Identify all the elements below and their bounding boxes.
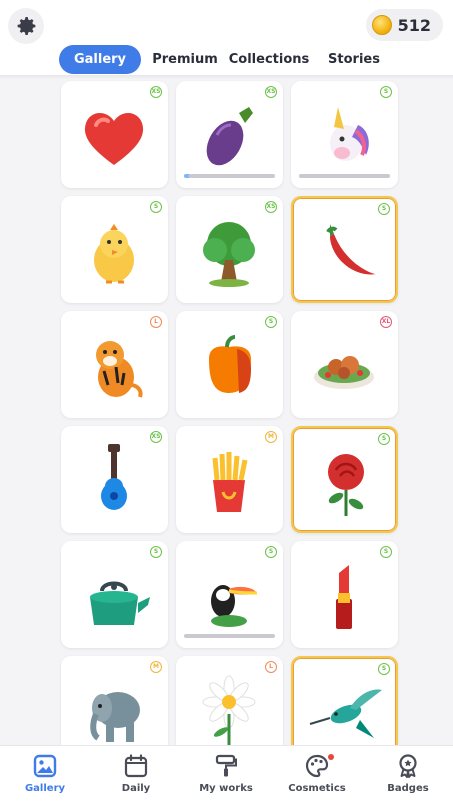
nav-daily[interactable]: Daily	[91, 746, 181, 812]
chick-picture	[94, 224, 134, 284]
tab-gallery[interactable]: Gallery	[59, 45, 141, 74]
gallery-card-toucan[interactable]: S	[176, 541, 283, 648]
nav-gallery[interactable]: Gallery	[0, 746, 90, 812]
tab-stories[interactable]: Stories	[322, 45, 386, 74]
size-badge: XS	[265, 201, 277, 213]
nav-my-works[interactable]: My works	[181, 746, 271, 812]
size-badge: XS	[150, 86, 162, 98]
coin-icon	[371, 15, 392, 35]
kettle-picture	[90, 581, 150, 625]
progress-bar	[184, 174, 275, 178]
chili-pepper-picture	[326, 224, 376, 275]
size-badge: S	[378, 663, 390, 675]
salad-plate-picture	[314, 356, 374, 389]
gallery-card-kettle[interactable]: S	[61, 541, 168, 648]
gallery-card-bell-pepper[interactable]: S	[176, 311, 283, 418]
tiger-picture	[96, 341, 143, 398]
tree-picture	[203, 222, 255, 287]
size-badge: XS	[150, 431, 162, 443]
nav-cosmetics[interactable]: Cosmetics	[272, 746, 362, 812]
gallery-card-unicorn[interactable]: S	[291, 81, 398, 188]
nav-daily-label: Daily	[121, 783, 151, 794]
size-badge: S	[265, 316, 277, 328]
settings-button[interactable]	[8, 8, 44, 44]
gallery-card-guitar[interactable]: XS	[61, 426, 168, 533]
size-badge: M	[265, 431, 277, 443]
paint-roller-icon	[215, 754, 237, 777]
top-bar: 512 Gallery Premium Collections Stories	[0, 0, 453, 76]
gallery-card-eggplant[interactable]: XS	[176, 81, 283, 188]
nav-badges-label: Badges	[387, 783, 429, 794]
palette-icon	[305, 754, 329, 778]
daisy-picture	[202, 675, 256, 745]
tab-collections[interactable]: Collections	[229, 45, 310, 74]
heart-picture	[84, 112, 144, 165]
eggplant-picture	[206, 107, 253, 166]
nav-my-works-label: My works	[199, 783, 253, 794]
toucan-picture	[211, 585, 258, 627]
size-badge: S	[265, 546, 277, 558]
gallery-card-daisy[interactable]: L	[176, 656, 283, 745]
gallery-card-heart[interactable]: XS	[61, 81, 168, 188]
size-badge: S	[380, 546, 392, 558]
progress-bar	[184, 634, 275, 638]
size-badge: S	[150, 546, 162, 558]
image-icon	[33, 754, 57, 778]
calendar-icon	[124, 754, 148, 778]
rose-picture	[328, 454, 364, 516]
gallery-card-fries[interactable]: M	[176, 426, 283, 533]
gallery-card-tiger[interactable]: L	[61, 311, 168, 418]
size-badge: L	[150, 316, 162, 328]
gallery-card-hummingbird[interactable]: S	[291, 656, 398, 745]
size-badge: S	[378, 433, 390, 445]
gear-icon	[17, 17, 36, 35]
category-tabs: Gallery Premium Collections Stories	[0, 45, 453, 75]
tab-premium[interactable]: Premium	[150, 45, 220, 74]
elephant-picture	[90, 692, 140, 742]
gallery-card-lipstick[interactable]: S	[291, 541, 398, 648]
size-badge: XS	[265, 86, 277, 98]
gallery-card-rose[interactable]: S	[291, 426, 398, 533]
gallery-card-tree[interactable]: XS	[176, 196, 283, 303]
size-badge: S	[380, 86, 392, 98]
bottom-navigation: Gallery Daily My works Cosmetics Badges	[0, 745, 453, 812]
nav-cosmetics-label: Cosmetics	[288, 783, 346, 794]
coin-balance[interactable]: 512	[365, 9, 443, 41]
coin-count: 512	[397, 15, 431, 35]
gallery-card-elephant[interactable]: M	[61, 656, 168, 745]
gallery-card-salad-plate[interactable]: XL	[291, 311, 398, 418]
notification-dot	[328, 754, 334, 760]
guitar-picture	[101, 444, 127, 510]
size-badge: M	[150, 661, 162, 673]
fries-picture	[212, 452, 248, 512]
badge-icon	[399, 754, 417, 778]
size-badge: S	[150, 201, 162, 213]
hummingbird-picture	[309, 689, 382, 738]
lipstick-picture	[336, 565, 352, 629]
size-badge: S	[378, 203, 390, 215]
size-badge: XL	[380, 316, 392, 328]
unicorn-picture	[330, 107, 369, 161]
size-badge: L	[265, 661, 277, 673]
nav-badges[interactable]: Badges	[363, 746, 453, 812]
gallery-card-chick[interactable]: S	[61, 196, 168, 303]
progress-bar	[299, 174, 390, 178]
gallery-grid[interactable]: XS XS S S XS S L S XL XS M S S S S M L S	[0, 0, 453, 745]
header-shadow	[0, 75, 453, 79]
gallery-card-chili-pepper[interactable]: S	[291, 196, 398, 303]
nav-gallery-label: Gallery	[24, 783, 66, 794]
progress-fill	[184, 174, 189, 178]
bell-pepper-picture	[209, 335, 251, 393]
